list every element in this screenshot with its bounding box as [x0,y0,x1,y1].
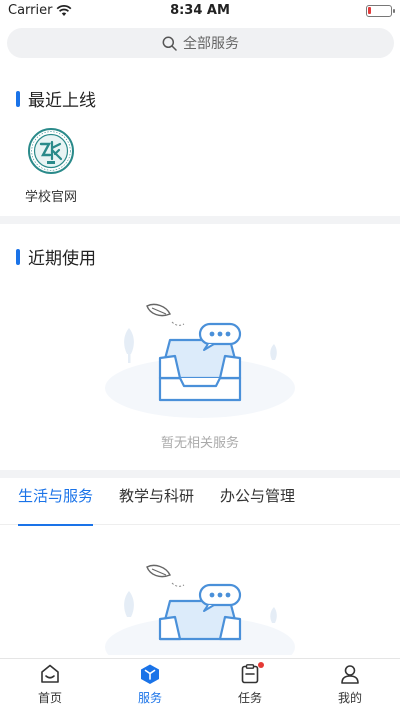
nav-label: 服务 [137,691,162,705]
app-label: 学校官网 [24,190,77,205]
tab-life-services[interactable]: 生活与服务 [18,485,94,526]
empty-box-illustration [105,564,295,655]
section-divider [0,470,400,478]
app-tile-school-website[interactable]: 学校官网 [18,128,84,205]
battery-level [368,7,371,14]
notification-badge [258,662,264,668]
nav-label: 我的 [337,691,362,705]
section-recent-use-title: 近期使用 [16,244,96,269]
section-recent-use-label: 近期使用 [28,249,96,269]
battery-icon [366,5,395,17]
nav-item-service[interactable]: 服务 [110,663,190,706]
empty-box-illustration [105,303,295,418]
home-icon [41,664,59,683]
section-accent-bar [16,90,20,107]
screen: Carrier 8:34 AM 全部服务 最近上线 学校官网 近期使用 暂无相关… [0,0,400,710]
nav-item-home[interactable]: 首页 [10,663,90,706]
profile-icon [341,665,359,684]
service-cube-icon [141,664,159,684]
section-recent-label: 最近上线 [28,91,96,111]
nav-label: 任务 [237,691,262,705]
nav-item-task[interactable]: 任务 [210,662,290,706]
school-logo-icon [28,128,74,174]
tab-office-management[interactable]: 办公与管理 [220,485,295,523]
status-time: 8:34 AM [170,3,230,18]
tab-teaching-research[interactable]: 教学与科研 [119,485,194,523]
nav-item-profile[interactable]: 我的 [310,663,390,706]
search-bar[interactable]: 全部服务 [7,28,394,58]
status-bar: Carrier 8:34 AM [0,0,400,22]
section-recent-title: 最近上线 [16,86,96,111]
category-tabs: 生活与服务 教学与科研 办公与管理 [0,485,400,526]
task-icon-wrap [239,662,264,685]
search-icon [162,36,177,51]
section-accent-bar [16,248,20,265]
section-divider [0,216,400,224]
bottom-nav: 首页 服务 任务 我的 [0,658,400,710]
nav-label: 首页 [37,691,62,705]
search-placeholder: 全部服务 [183,36,239,52]
empty-state-text: 暂无相关服务 [160,436,239,451]
